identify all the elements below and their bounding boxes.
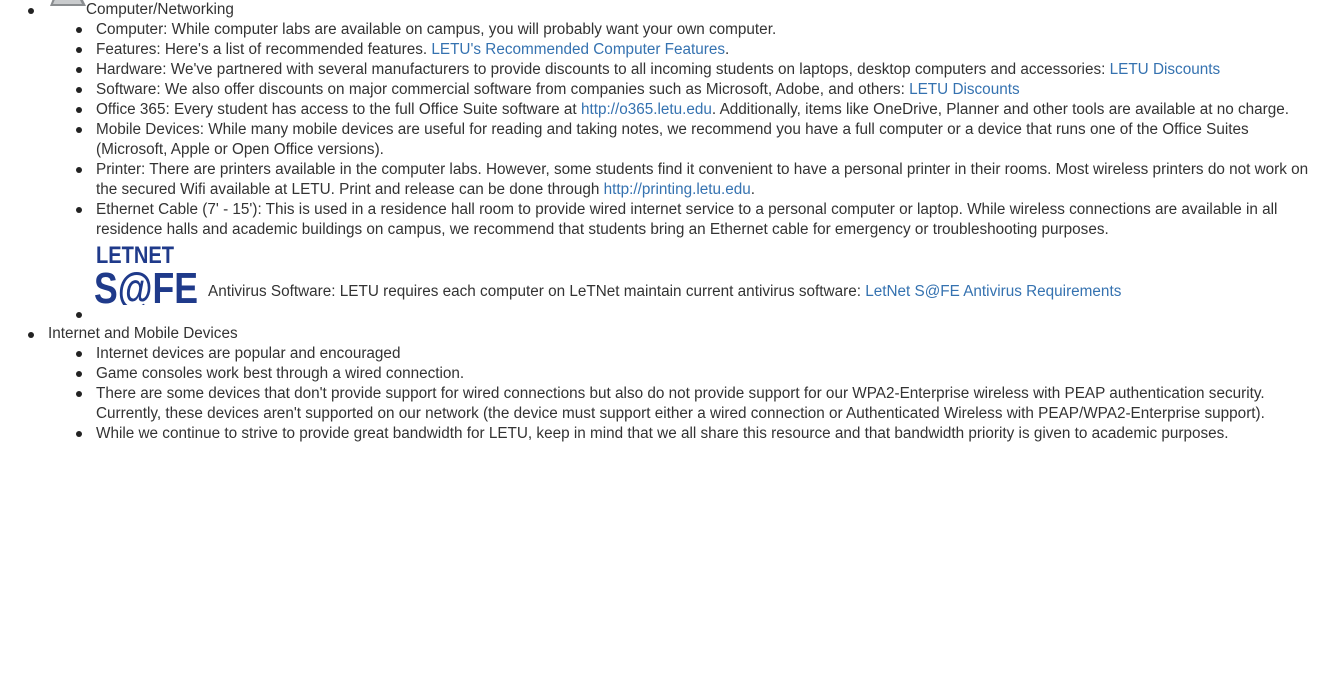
list-item: Office 365: Every student has access to … [48,100,1320,120]
section-computer-networking: Computer/Networking Computer: While comp… [0,0,1320,324]
list-item: Features: Here's a list of recommended f… [48,40,1320,60]
item-text: . Additionally, items like OneDrive, Pla… [711,101,1289,118]
item-text: Internet devices are popular and encoura… [96,345,401,362]
item-text: Antivirus Software: LETU requires each c… [208,283,866,300]
section-title: Computer/Networking [86,1,234,18]
item-text: Computer: While computer labs are availa… [96,21,777,38]
list-item: Ethernet Cable (7' - 15'): This is used … [48,200,1320,240]
list-item: Hardware: We've partnered with several m… [48,60,1320,80]
item-text: Office 365: Every student has access to … [96,101,581,118]
list-item: Printer: There are printers available in… [48,160,1320,200]
list-item: Computer: While computer labs are availa… [48,20,1320,40]
software-discounts-link[interactable]: LETU Discounts [909,81,1020,98]
sub-list: Computer: While computer labs are availa… [48,20,1320,318]
item-text: Software: We also offer discounts on maj… [96,81,910,98]
hardware-discounts-link[interactable]: LETU Discounts [1110,61,1221,78]
item-text: Hardware: We've partnered with several m… [96,61,1110,78]
item-text: Mobile Devices: While many mobile device… [96,121,1249,158]
list-item: While we continue to strive to provide g… [48,424,1320,444]
item-text: While we continue to strive to provide g… [96,425,1229,442]
list-item: There are some devices that don't provid… [48,384,1320,424]
antivirus-text-wrap: Antivirus Software: LETU requires each c… [208,282,1320,302]
item-text: Features: Here's a list of recommended f… [96,41,432,58]
sub-list: Internet devices are popular and encoura… [48,344,1320,444]
document-list: Computer/Networking Computer: While comp… [0,0,1320,444]
section-internet-mobile: Internet and Mobile Devices Internet dev… [0,324,1320,444]
list-item: Mobile Devices: While many mobile device… [48,120,1320,160]
antivirus-requirements-link[interactable]: LetNet S@FE Antivirus Requirements [865,283,1121,300]
item-text: Ethernet Cable (7' - 15'): This is used … [96,201,1278,238]
item-text: Game consoles work best through a wired … [96,365,465,382]
logo-bottom-text: S@FE [94,264,198,305]
item-text: There are some devices that don't provid… [96,385,1265,422]
item-text: . [750,181,756,198]
laptop-icon [50,0,86,6]
printing-link[interactable]: http://printing.letu.edu [604,181,751,198]
list-item: LETNET S@FE Antivirus Software: LETU req… [48,241,1320,318]
letnet-safe-logo: LETNET S@FE [94,242,198,305]
list-item: Internet devices are popular and encoura… [48,344,1320,364]
features-link[interactable]: LETU's Recommended Computer Features [431,41,725,58]
o365-link[interactable]: http://o365.letu.edu [581,101,712,118]
section-title: Internet and Mobile Devices [48,325,238,342]
list-item: Game consoles work best through a wired … [48,364,1320,384]
item-text: . [725,41,730,58]
list-item: Software: We also offer discounts on maj… [48,80,1320,100]
